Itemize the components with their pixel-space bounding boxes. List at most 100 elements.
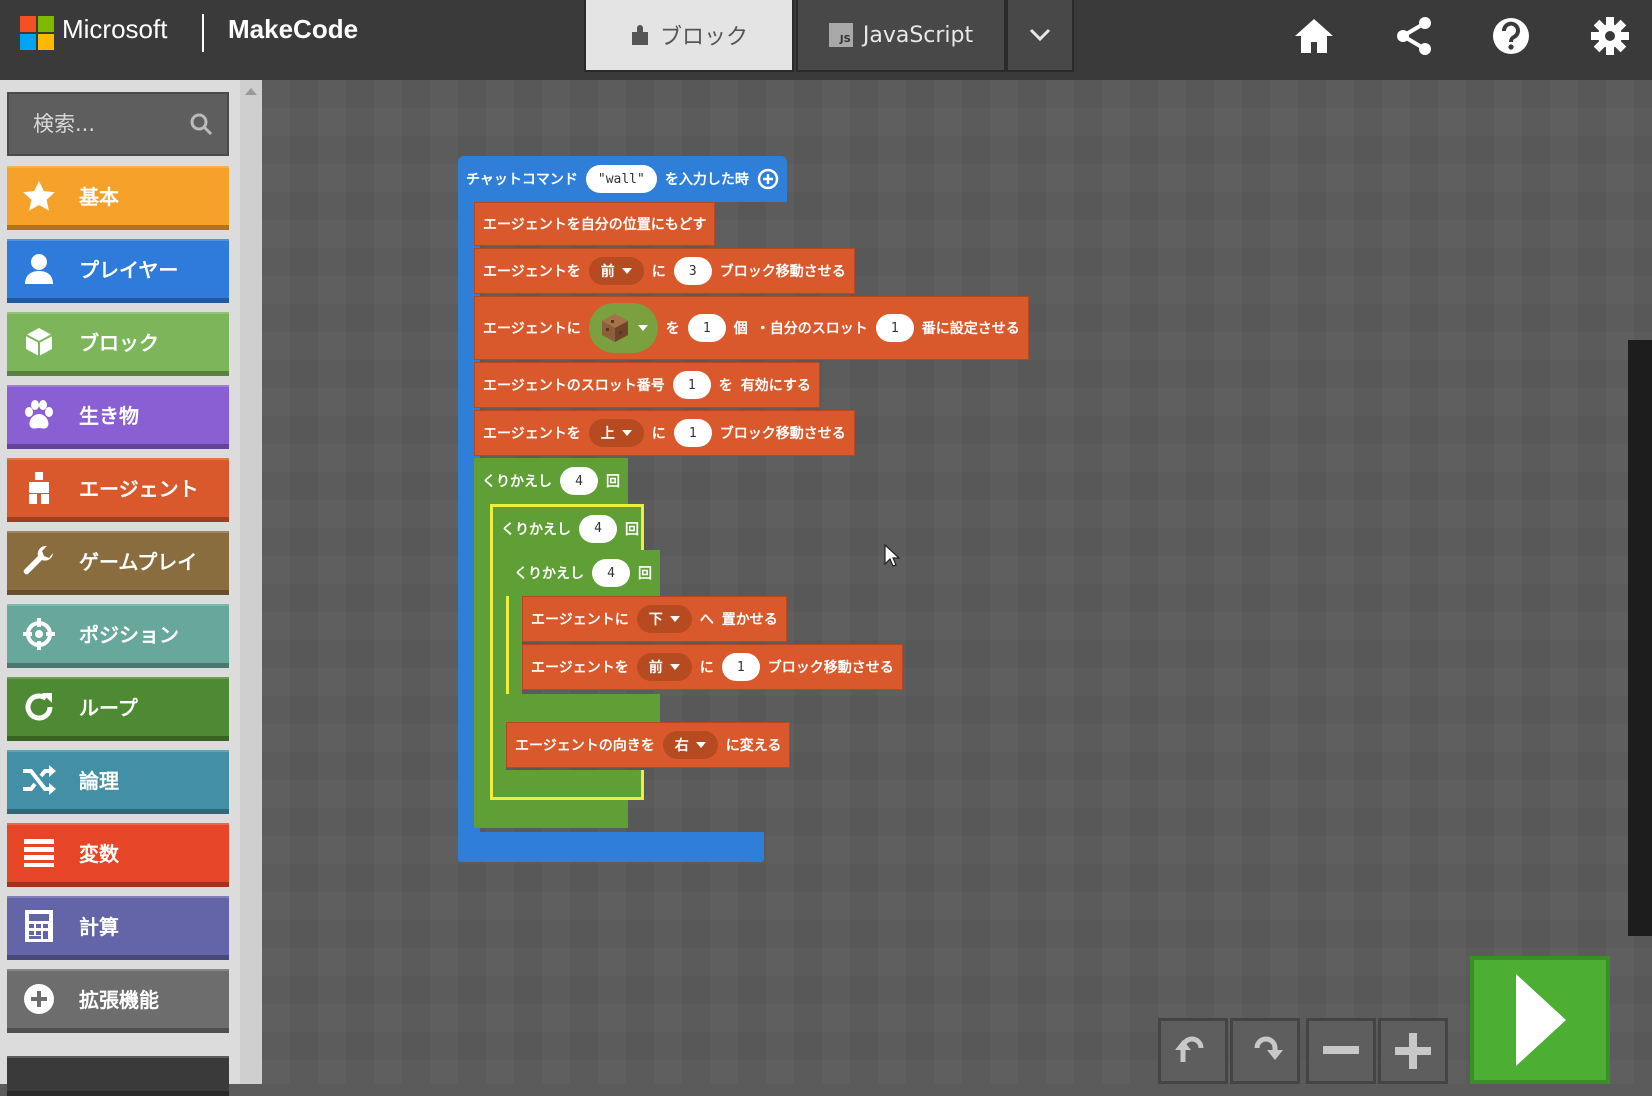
zoom-out-button[interactable] bbox=[1306, 1018, 1376, 1084]
block-text: 回 bbox=[606, 474, 620, 490]
tab-javascript-label: JavaScript bbox=[862, 22, 974, 48]
agent-turn-block[interactable]: エージェントの向きを 右 に変える bbox=[506, 722, 791, 768]
workspace-scrollbar[interactable] bbox=[1628, 340, 1652, 936]
agent-move-up-block[interactable]: エージェントを 上 に 1 ブロック移動させる bbox=[474, 410, 855, 456]
category-extensions[interactable]: 拡張機能 bbox=[7, 969, 229, 1033]
scroll-up-icon[interactable] bbox=[245, 88, 257, 95]
home-button[interactable] bbox=[1290, 12, 1338, 60]
direction-dropdown[interactable]: 下 bbox=[636, 605, 692, 633]
category-agent[interactable]: エージェント bbox=[7, 458, 229, 522]
slot-number-field[interactable]: 1 bbox=[672, 371, 711, 399]
puzzle-icon bbox=[631, 25, 648, 45]
agent-move-forward-block-2[interactable]: エージェントを 前 に 1 ブロック移動させる bbox=[522, 644, 903, 690]
category-logic[interactable]: 論理 bbox=[7, 750, 229, 814]
calculator-icon bbox=[7, 909, 71, 942]
number-field[interactable]: 1 bbox=[673, 419, 712, 447]
block-text: ブロック移動させる bbox=[719, 264, 846, 280]
paw-icon bbox=[7, 399, 71, 430]
undo-button[interactable] bbox=[1158, 1018, 1228, 1084]
search-icon[interactable] bbox=[189, 112, 213, 136]
share-button[interactable] bbox=[1390, 12, 1438, 60]
agent-move-forward-block[interactable]: エージェントを 前 に 3 ブロック移動させる bbox=[474, 248, 855, 294]
category-label: 拡張機能 bbox=[79, 988, 159, 1012]
microsoft-logo-icon bbox=[20, 16, 54, 50]
category-gameplay[interactable]: ゲームプレイ bbox=[7, 531, 229, 595]
slot-field[interactable]: 1 bbox=[875, 314, 914, 342]
cube-icon bbox=[7, 326, 71, 358]
block-text: エージェントを bbox=[483, 426, 581, 442]
category-positions[interactable]: ポジション bbox=[7, 604, 229, 668]
redo-button[interactable] bbox=[1230, 1018, 1300, 1084]
plus-circle-icon bbox=[7, 983, 71, 1015]
category-label: 論理 bbox=[79, 769, 119, 793]
dirt-block-icon bbox=[601, 314, 628, 342]
dropdown-value: 前 bbox=[648, 660, 663, 676]
category-variables[interactable]: 変数 bbox=[7, 823, 229, 887]
repeat-middle-block[interactable]: くりかえし 4 回 bbox=[490, 504, 644, 550]
block-text: くりかえし bbox=[514, 566, 584, 582]
block-text: くりかえし bbox=[501, 521, 571, 538]
block-text: チャットコマンド bbox=[466, 172, 578, 188]
language-dropdown-button[interactable] bbox=[1006, 0, 1074, 72]
makecode-label[interactable]: MakeCode bbox=[228, 14, 358, 45]
agent-place-down-block[interactable]: エージェントに 下 へ 置かせる bbox=[522, 596, 787, 642]
number-field[interactable]: 3 bbox=[673, 257, 712, 285]
repeat-count-field[interactable]: 4 bbox=[592, 559, 630, 587]
direction-dropdown[interactable]: 前 bbox=[588, 257, 644, 285]
category-blocks[interactable]: ブロック bbox=[7, 312, 229, 376]
run-button[interactable] bbox=[1470, 956, 1610, 1084]
zoom-in-icon bbox=[1395, 1033, 1431, 1069]
category-basic[interactable]: 基本 bbox=[7, 166, 229, 230]
search-input[interactable] bbox=[33, 112, 183, 136]
settings-button[interactable] bbox=[1586, 12, 1634, 60]
agent-set-slot-block[interactable]: エージェントのスロット番号 1 を 有効にする bbox=[474, 362, 820, 408]
undo-icon bbox=[1175, 1036, 1204, 1062]
direction-dropdown[interactable]: 上 bbox=[588, 419, 644, 447]
person-icon bbox=[7, 253, 71, 285]
chat-command-block[interactable]: チャットコマンド "wall" を入力した時 bbox=[458, 156, 787, 202]
category-label: ループ bbox=[79, 696, 138, 720]
tab-blocks-label: ブロック bbox=[659, 25, 748, 50]
command-name-field[interactable]: "wall" bbox=[585, 165, 657, 193]
zoom-in-button[interactable] bbox=[1378, 1018, 1448, 1084]
repeat-count-field[interactable]: 4 bbox=[560, 467, 598, 495]
category-loops[interactable]: ループ bbox=[7, 677, 229, 741]
block-text: ・自分のスロット bbox=[755, 321, 868, 337]
agent-teleport-home-block[interactable]: エージェントを自分の位置にもどす bbox=[474, 202, 716, 246]
redo-icon bbox=[1254, 1036, 1283, 1060]
block-text: へ bbox=[699, 612, 714, 628]
top-bar: Microsoft MakeCode ブロック JS JavaScript bbox=[0, 0, 1652, 80]
toolbox-scrollbar[interactable] bbox=[240, 80, 262, 1084]
mouse-cursor-icon bbox=[884, 544, 900, 567]
dropdown-arrow-icon bbox=[637, 325, 648, 331]
tab-blocks[interactable]: ブロック bbox=[584, 0, 794, 72]
star-icon bbox=[7, 180, 71, 212]
block-text: に変える bbox=[725, 738, 782, 754]
repeat-inner-block[interactable]: くりかえし 4 回 bbox=[506, 550, 660, 596]
category-label: 計算 bbox=[79, 915, 119, 939]
dropdown-value: 右 bbox=[674, 738, 689, 754]
agent-set-item-block[interactable]: エージェントに を 1 個 ・自分のスロット 1 番に設定させる bbox=[474, 296, 1029, 360]
category-mobs[interactable]: 生き物 bbox=[7, 385, 229, 449]
add-parameter-icon[interactable] bbox=[757, 168, 779, 190]
repeat-count-field[interactable]: 4 bbox=[579, 514, 617, 543]
number-field[interactable]: 1 bbox=[721, 653, 760, 681]
search-box[interactable] bbox=[7, 92, 229, 156]
block-text: 回 bbox=[625, 521, 639, 538]
block-text: エージェントを自分の位置にもどす bbox=[483, 217, 707, 233]
count-field[interactable]: 1 bbox=[687, 314, 726, 342]
category-label: ゲームプレイ bbox=[79, 550, 198, 574]
direction-dropdown[interactable]: 前 bbox=[636, 653, 692, 681]
category-player[interactable]: プレイヤー bbox=[7, 239, 229, 303]
block-text: エージェントの向きを bbox=[515, 738, 655, 754]
item-dropdown[interactable] bbox=[588, 303, 658, 353]
microsoft-label: Microsoft bbox=[62, 14, 168, 44]
tab-javascript[interactable]: JS JavaScript bbox=[796, 0, 1006, 72]
category-advanced[interactable] bbox=[7, 1056, 229, 1096]
direction-dropdown[interactable]: 右 bbox=[662, 731, 718, 759]
loop-icon bbox=[7, 691, 71, 723]
run-icon bbox=[1516, 974, 1566, 1066]
category-math[interactable]: 計算 bbox=[7, 896, 229, 960]
help-button[interactable] bbox=[1487, 12, 1535, 60]
repeat-outer-block[interactable]: くりかえし 4 回 bbox=[474, 458, 628, 504]
